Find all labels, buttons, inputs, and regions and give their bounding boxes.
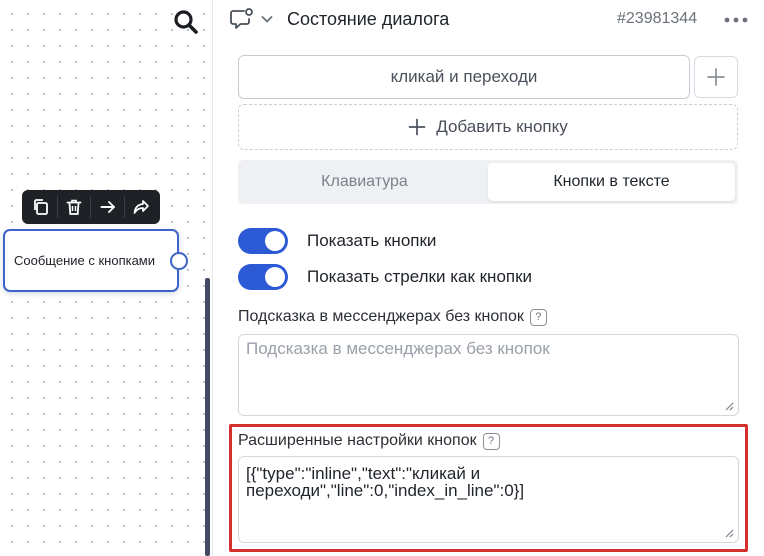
state-id: #23981344: [617, 10, 698, 27]
panel-title: Состояние диалога: [287, 9, 450, 29]
toolbar-divider: [90, 196, 92, 218]
hint-label-text: Подсказка в мессенджерах без кнопок: [238, 308, 524, 325]
toolbar-divider: [56, 196, 58, 218]
settings-panel: Состояние диалога #23981344 кликай и пер…: [212, 0, 764, 556]
more-options-icon[interactable]: [723, 12, 749, 28]
show-buttons-label: Показать кнопки: [307, 231, 437, 250]
add-row-button[interactable]: [694, 56, 738, 98]
help-icon[interactable]: ?: [482, 432, 500, 450]
message-node[interactable]: Сообщение с кнопками: [3, 229, 179, 292]
toolbar-divider: [124, 196, 126, 218]
arrows-as-buttons-row: Показать стрелки как кнопки: [238, 262, 532, 292]
canvas-scrollbar[interactable]: [205, 278, 210, 556]
advanced-settings-value: [{"type":"inline","text":"кликай и перех…: [246, 464, 525, 500]
node-output-port[interactable]: [170, 252, 188, 270]
tab-inline-buttons[interactable]: Кнопки в тексте: [488, 163, 735, 201]
plus-icon: [408, 118, 426, 136]
hint-field-label: Подсказка в мессенджерах без кнопок ?: [238, 308, 547, 326]
chat-bubble-icon[interactable]: [229, 8, 255, 32]
arrows-as-buttons-toggle[interactable]: [238, 264, 288, 290]
add-button-label: Добавить кнопку: [436, 117, 568, 136]
help-icon[interactable]: ?: [529, 308, 547, 326]
node-title: Сообщение с кнопками: [14, 253, 156, 268]
arrow-right-icon[interactable]: [93, 194, 123, 220]
show-buttons-row: Показать кнопки: [238, 226, 436, 256]
advanced-settings-textarea[interactable]: [{"type":"inline","text":"кликай и перех…: [238, 456, 739, 543]
show-buttons-toggle[interactable]: [238, 228, 288, 254]
button-text-input[interactable]: кликай и переходи: [238, 55, 690, 99]
hint-textarea[interactable]: Подсказка в мессенджерах без кнопок: [238, 334, 739, 416]
panel-header: Состояние диалога #23981344: [213, 0, 764, 40]
search-icon[interactable]: [172, 8, 200, 36]
trash-icon[interactable]: [59, 194, 89, 220]
hint-placeholder: Подсказка в мессенджерах без кнопок: [246, 339, 550, 358]
resize-handle-icon[interactable]: [724, 528, 734, 538]
plus-icon: [707, 68, 725, 86]
copy-icon[interactable]: [26, 194, 56, 220]
share-icon[interactable]: [126, 194, 156, 220]
button-text-value: кликай и переходи: [390, 67, 538, 86]
node-toolbar: [22, 190, 160, 224]
flow-canvas[interactable]: Сообщение с кнопками: [0, 0, 212, 556]
resize-handle-icon[interactable]: [724, 401, 734, 411]
add-button-button[interactable]: Добавить кнопку: [238, 104, 738, 150]
button-mode-tabs: Клавиатура Кнопки в тексте: [238, 160, 738, 204]
advanced-label-text: Расширенные настройки кнопок: [238, 432, 477, 449]
chevron-down-icon[interactable]: [260, 12, 274, 26]
arrows-as-buttons-label: Показать стрелки как кнопки: [307, 267, 533, 286]
advanced-field-label: Расширенные настройки кнопок ?: [238, 432, 500, 450]
tab-keyboard[interactable]: Клавиатура: [241, 163, 488, 201]
